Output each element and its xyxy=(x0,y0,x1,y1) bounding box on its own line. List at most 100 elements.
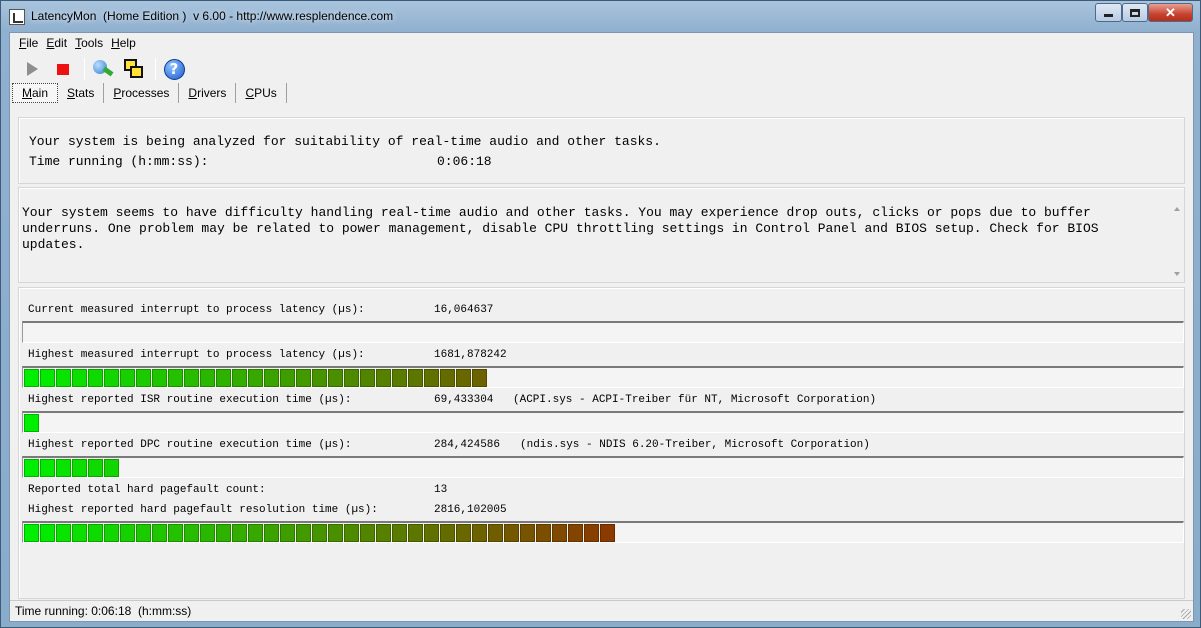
tab-processes-accel: P xyxy=(113,86,122,100)
metric-value-dpc-time: 284,424586 xyxy=(434,439,501,451)
bar-segment xyxy=(200,524,215,542)
bar-segment xyxy=(24,414,39,432)
bar-segment xyxy=(72,524,87,542)
metric-value-current-latency: 16,064637 xyxy=(434,304,494,316)
bar-segment xyxy=(88,524,103,542)
tab-cpus[interactable]: C PUs xyxy=(236,83,287,103)
toolbar: ? xyxy=(18,55,191,83)
bar-segment xyxy=(152,524,167,542)
bar-segment xyxy=(552,524,567,542)
bar-segment xyxy=(424,369,439,387)
bar-segment xyxy=(472,369,487,387)
bar-segment xyxy=(296,524,311,542)
bar-segment xyxy=(312,369,327,387)
analysis-status-panel: Your system is being analyzed for suitab… xyxy=(18,117,1185,184)
analyze-icon xyxy=(93,59,114,79)
help-icon: ? xyxy=(163,58,185,80)
windows-button[interactable] xyxy=(120,56,148,82)
time-running-label: Time running (h:mm:ss): xyxy=(29,154,209,169)
tab-cpus-accel: C xyxy=(245,86,255,100)
bar-segment xyxy=(280,524,295,542)
metric-source-isr: (ACPI.sys - ACPI-Treiber für NT, Microso… xyxy=(513,394,877,406)
bar-fill-pagefault-time xyxy=(24,524,616,542)
bar-segment xyxy=(328,524,343,542)
bar-segment xyxy=(568,524,583,542)
conclusion-text: Your system seems to have difficulty han… xyxy=(22,205,1099,252)
maximize-button[interactable] xyxy=(1122,3,1148,22)
bar-segment xyxy=(184,524,199,542)
tab-drivers[interactable]: Drivers xyxy=(179,83,237,103)
bar-segment xyxy=(168,524,183,542)
close-button[interactable]: ✕ xyxy=(1148,3,1193,22)
bar-segment xyxy=(440,524,455,542)
tab-drivers-accel: D xyxy=(188,86,198,100)
bar-segment xyxy=(328,369,343,387)
main-scrollbar[interactable] xyxy=(1181,82,1193,598)
window-title: LatencyMon (Home Edition ) v 6.00 - http… xyxy=(31,9,394,23)
start-button[interactable] xyxy=(18,56,46,82)
tab-main-accel: M xyxy=(22,86,32,100)
bar-segment xyxy=(264,369,279,387)
bar-segment xyxy=(200,369,215,387)
bar-segment xyxy=(40,524,55,542)
minimize-icon xyxy=(1104,14,1113,17)
bar-segment xyxy=(88,369,103,387)
bar-segment xyxy=(104,369,119,387)
metric-label-dpc-time: Highest reported DPC routine execution t… xyxy=(28,439,352,451)
menu-bar: File Edit Tools Help xyxy=(10,33,1193,53)
bar-segment xyxy=(88,459,103,477)
bar-segment xyxy=(264,524,279,542)
tab-main[interactable]: Main xyxy=(12,83,59,103)
bar-segment xyxy=(104,459,119,477)
bar-segment xyxy=(136,369,151,387)
stop-button[interactable] xyxy=(49,56,77,82)
bar-segment xyxy=(520,524,535,542)
scroll-up-icon[interactable] xyxy=(1174,207,1180,211)
metric-label-current-latency: Current measured interrupt to process la… xyxy=(28,304,365,316)
analyze-button[interactable] xyxy=(89,56,117,82)
bar-segment xyxy=(72,369,87,387)
scroll-down-icon[interactable] xyxy=(1174,272,1180,276)
tab-strip: Main Stats Processes Drivers C PUs xyxy=(12,83,287,103)
time-running-value: 0:06:18 xyxy=(437,154,492,169)
metric-source-dpc: (ndis.sys - NDIS 6.20-Treiber, Microsoft… xyxy=(520,439,870,451)
app-icon[interactable] xyxy=(9,9,25,25)
client-area: File Edit Tools Help ? Main Stats Proces… xyxy=(9,32,1194,622)
resize-grip[interactable] xyxy=(1181,609,1191,619)
bar-segment xyxy=(312,524,327,542)
minimize-button[interactable] xyxy=(1095,3,1122,22)
bar-segment xyxy=(424,524,439,542)
help-button[interactable]: ? xyxy=(160,56,188,82)
bar-segment xyxy=(440,369,455,387)
tab-processes-label: rocesses xyxy=(121,86,170,100)
bar-segment xyxy=(184,369,199,387)
bar-segment xyxy=(408,369,423,387)
latencymon-window: LatencyMon (Home Edition ) v 6.00 - http… xyxy=(0,0,1201,628)
tab-drivers-label: rivers xyxy=(197,86,227,100)
bar-segment xyxy=(376,524,391,542)
tab-stats[interactable]: Stats xyxy=(58,83,105,103)
bar-segment xyxy=(40,459,55,477)
bar-pagefault-time xyxy=(22,521,1184,543)
bar-fill-highest-latency xyxy=(24,369,488,387)
title-bar[interactable]: LatencyMon (Home Edition ) v 6.00 - http… xyxy=(1,1,1200,32)
tab-processes[interactable]: Processes xyxy=(104,83,180,103)
bar-highest-latency xyxy=(22,366,1184,388)
menu-tools[interactable]: Tools xyxy=(71,36,107,50)
status-bar: Time running: 0:06:18 (h:mm:ss) xyxy=(10,600,1193,621)
metric-value-pagefault-time: 2816,102005 xyxy=(434,504,507,516)
menu-file[interactable]: File xyxy=(15,36,42,50)
menu-edit[interactable]: Edit xyxy=(42,36,71,50)
bar-segment xyxy=(216,524,231,542)
bar-isr-time xyxy=(22,411,1184,433)
maximize-icon xyxy=(1130,8,1140,17)
bar-segment xyxy=(360,369,375,387)
bar-segment xyxy=(472,524,487,542)
bar-segment xyxy=(72,459,87,477)
menu-help[interactable]: Help xyxy=(107,36,140,50)
analysis-status-text: Your system is being analyzed for suitab… xyxy=(29,134,661,149)
bar-segment xyxy=(104,524,119,542)
bar-segment xyxy=(248,524,263,542)
stop-icon xyxy=(57,63,69,75)
toolbar-separator xyxy=(84,58,85,80)
